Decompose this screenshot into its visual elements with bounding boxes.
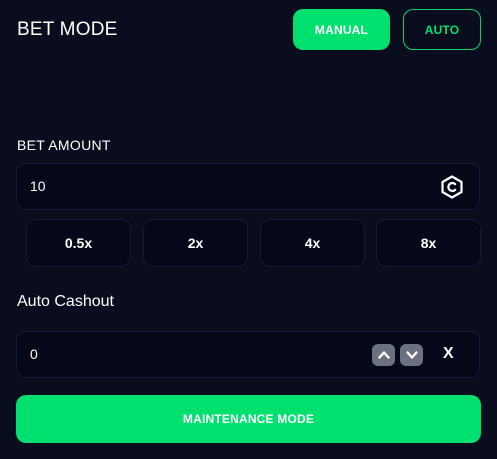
auto-cashout-value[interactable]: 0 bbox=[30, 346, 38, 362]
decrement-button[interactable] bbox=[400, 344, 423, 366]
chevron-down-icon bbox=[405, 351, 418, 359]
multiplier-button-4x[interactable]: 4x bbox=[260, 219, 365, 267]
bet-amount-label: BET AMOUNT bbox=[17, 137, 111, 153]
bet-amount-value[interactable]: 10 bbox=[30, 178, 46, 194]
bet-mode-title: BET MODE bbox=[17, 19, 118, 40]
multiplier-button-8x[interactable]: 8x bbox=[376, 219, 481, 267]
bet-amount-field[interactable]: 10 bbox=[16, 163, 480, 210]
auto-cashout-field[interactable]: 0 X bbox=[16, 331, 480, 378]
auto-mode-button[interactable]: AUTO bbox=[403, 9, 481, 50]
manual-mode-button[interactable]: MANUAL bbox=[293, 9, 390, 50]
multiplier-button-2x[interactable]: 2x bbox=[143, 219, 248, 267]
clear-cashout-button[interactable]: X bbox=[443, 345, 454, 363]
multiplier-button-0-5x[interactable]: 0.5x bbox=[26, 219, 131, 267]
coin-c-icon bbox=[441, 175, 463, 199]
auto-cashout-label: Auto Cashout bbox=[17, 293, 114, 310]
increment-button[interactable] bbox=[372, 344, 395, 366]
chevron-up-icon bbox=[377, 351, 390, 359]
maintenance-mode-button[interactable]: MAINTENANCE MODE bbox=[16, 395, 481, 443]
